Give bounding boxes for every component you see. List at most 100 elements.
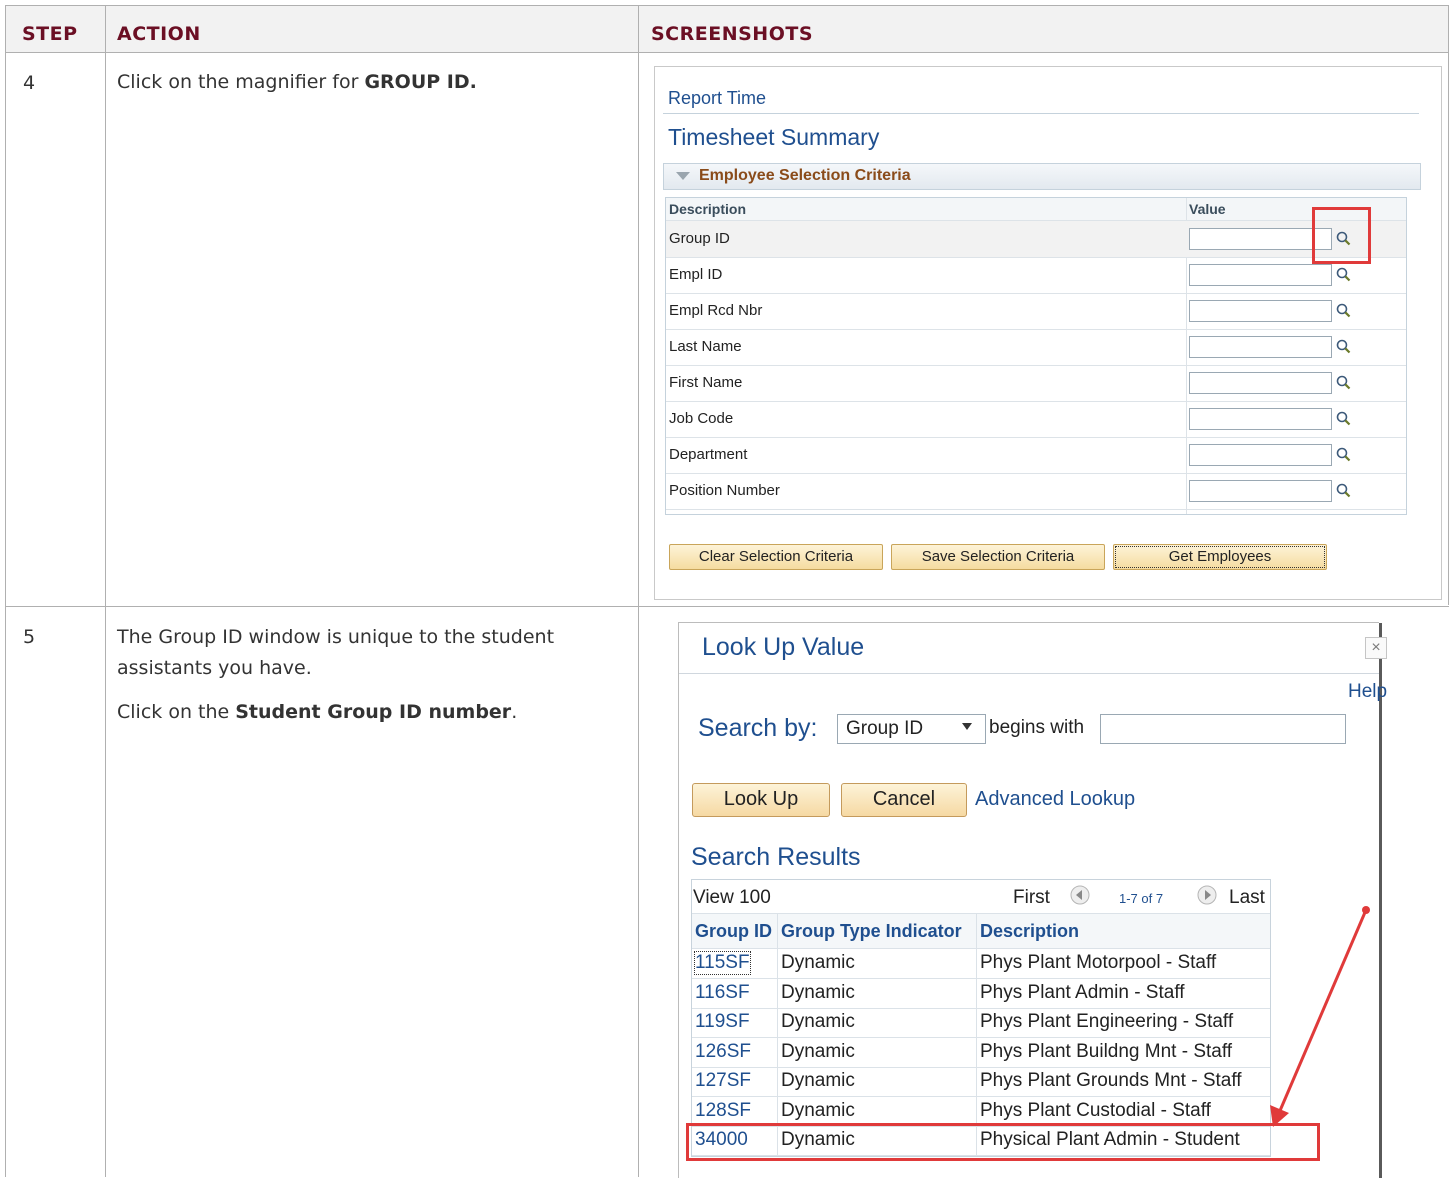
- result-row[interactable]: 116SF Dynamic Phys Plant Admin - Staff: [692, 979, 1270, 1009]
- result-description: Phys Plant Engineering - Staff: [980, 1011, 1234, 1032]
- dialog-title: Look Up Value: [702, 633, 865, 661]
- clear-selection-criteria-button[interactable]: Clear Selection Criteria: [669, 544, 883, 570]
- highlight-box: [1312, 207, 1371, 264]
- result-group-id-link[interactable]: 128SF: [695, 1100, 751, 1122]
- result-group-id-link[interactable]: 127SF: [695, 1070, 751, 1092]
- header-action: ACTION: [117, 23, 201, 45]
- table-col-divider-2: [638, 5, 639, 1177]
- results-nav-bar: View 100 First 1-7 of 7 Last: [692, 880, 1270, 914]
- criteria-label: Job Code: [669, 410, 734, 427]
- criteria-value-input[interactable]: [1189, 300, 1332, 322]
- col-description[interactable]: Description: [980, 921, 1079, 942]
- criteria-row: Job Code: [666, 401, 1406, 438]
- criteria-value-input[interactable]: [1189, 336, 1332, 358]
- result-description: Phys Plant Buildng Mnt - Staff: [980, 1040, 1233, 1062]
- results-title: Search Results: [691, 843, 861, 871]
- result-type: Dynamic: [781, 952, 855, 973]
- result-row[interactable]: 128SF Dynamic Phys Plant Custodial - Staff: [692, 1097, 1270, 1127]
- criteria-value-input[interactable]: [1189, 228, 1332, 250]
- search-field-select[interactable]: Group ID: [837, 714, 986, 744]
- lookup-magnifier-icon[interactable]: [1336, 483, 1351, 502]
- breadcrumb-divider: [663, 113, 1419, 114]
- result-description: Phys Plant Custodial - Staff: [980, 1099, 1211, 1121]
- operator-label: begins with: [989, 717, 1085, 738]
- result-row[interactable]: 115SF Dynamic Phys Plant Motorpool - Staff: [692, 949, 1270, 979]
- results-header-row: Group ID Group Type Indicator Descriptio…: [692, 914, 1270, 949]
- criteria-value-input[interactable]: [1189, 264, 1332, 286]
- step-action: The Group ID window is unique to the stu…: [117, 626, 555, 723]
- first-link[interactable]: First: [1013, 887, 1050, 909]
- window-edge: [1379, 623, 1382, 1178]
- criteria-value-input[interactable]: [1189, 408, 1332, 430]
- header-screenshots: SCREENSHOTS: [651, 23, 813, 45]
- lookup-magnifier-icon[interactable]: [1336, 303, 1351, 322]
- section-title: Employee Selection Criteria: [699, 167, 911, 184]
- screenshot-timesheet-summary: Report Time Timesheet Summary Employee S…: [654, 66, 1442, 600]
- results-grid: View 100 First 1-7 of 7 Last Group ID Gr…: [691, 879, 1271, 1157]
- search-by-label: Search by:: [698, 714, 818, 742]
- cancel-button[interactable]: Cancel: [841, 783, 967, 817]
- highlight-box: [686, 1123, 1320, 1161]
- criteria-value-input[interactable]: [1189, 372, 1332, 394]
- dialog-title-divider: [679, 673, 1379, 674]
- result-group-id-link[interactable]: 119SF: [695, 1011, 750, 1033]
- lookup-magnifier-icon[interactable]: [1336, 267, 1351, 286]
- section-header[interactable]: Employee Selection Criteria: [663, 163, 1421, 190]
- result-description: Phys Plant Motorpool - Staff: [980, 952, 1217, 973]
- col-group-id[interactable]: Group ID: [695, 921, 772, 942]
- criteria-row: Group ID: [666, 221, 1406, 258]
- lookup-magnifier-icon[interactable]: [1336, 375, 1351, 394]
- col-group-type[interactable]: Group Type Indicator: [781, 921, 962, 942]
- table-header: STEP ACTION SCREENSHOTS: [5, 5, 1449, 53]
- lookup-magnifier-icon[interactable]: [1336, 447, 1351, 466]
- criteria-row: Empl ID: [666, 257, 1406, 294]
- step-number: 5: [23, 626, 36, 648]
- step-action: Click on the magnifier for GROUP ID.: [117, 71, 477, 93]
- table-row-divider: [5, 606, 1449, 607]
- lookup-magnifier-icon[interactable]: [1336, 411, 1351, 430]
- criteria-label: Empl ID: [669, 266, 723, 283]
- criteria-row: Department: [666, 437, 1406, 474]
- col-description: Description: [669, 201, 747, 217]
- criteria-label: Last Name: [669, 338, 742, 355]
- next-arrow-icon[interactable]: [1197, 885, 1217, 905]
- result-description: Phys Plant Admin - Staff: [980, 981, 1185, 1003]
- result-row[interactable]: 127SF Dynamic Phys Plant Grounds Mnt - Sta…: [692, 1067, 1270, 1097]
- help-link[interactable]: Help: [1348, 681, 1387, 703]
- advanced-lookup-link[interactable]: Advanced Lookup: [975, 788, 1135, 811]
- criteria-value-input[interactable]: [1189, 480, 1332, 502]
- criteria-value-input[interactable]: [1189, 444, 1332, 466]
- table-col-divider-1: [105, 5, 106, 1177]
- breadcrumb-report-time[interactable]: Report Time: [668, 88, 766, 109]
- result-row[interactable]: 119SF Dynamic Phys Plant Engineering - Sta…: [692, 1008, 1270, 1038]
- result-type: Dynamic: [781, 1011, 855, 1032]
- previous-arrow-icon[interactable]: [1070, 885, 1090, 905]
- range-label: 1-7 of 7: [1119, 891, 1164, 906]
- result-group-id-link[interactable]: 126SF: [695, 1041, 751, 1063]
- result-group-id-link[interactable]: 115SF: [694, 951, 751, 975]
- criteria-label: Department: [669, 446, 748, 463]
- look-up-button[interactable]: Look Up: [692, 783, 830, 817]
- header-step: STEP: [22, 23, 78, 45]
- criteria-row: Last Name: [666, 329, 1406, 366]
- save-selection-criteria-button[interactable]: Save Selection Criteria: [891, 544, 1105, 570]
- get-employees-button[interactable]: Get Employees: [1113, 544, 1327, 570]
- collapse-triangle-icon: [676, 172, 690, 180]
- result-group-id-link[interactable]: 116SF: [695, 982, 750, 1004]
- annotation-arrow: [1270, 906, 1370, 1127]
- step-number: 4: [23, 72, 36, 94]
- result-type: Dynamic: [781, 1070, 855, 1091]
- criteria-grid: Description Value Group ID Empl ID Empl Rc…: [665, 197, 1407, 515]
- view-100-link[interactable]: View 100: [693, 887, 771, 909]
- criteria-label: Position Number: [669, 482, 780, 499]
- criteria-label: First Name: [669, 374, 743, 391]
- search-field-value: Group ID: [846, 718, 924, 739]
- criteria-grid-header: Description Value: [666, 198, 1406, 221]
- lookup-magnifier-icon[interactable]: [1336, 339, 1351, 358]
- criteria-row: Position Number: [666, 473, 1406, 510]
- table-border-right: [1448, 5, 1449, 605]
- result-row[interactable]: 126SF Dynamic Phys Plant Buildng Mnt - Sta…: [692, 1038, 1270, 1068]
- close-icon[interactable]: ×: [1365, 637, 1387, 659]
- search-value-input[interactable]: [1100, 714, 1346, 744]
- criteria-label: Group ID: [669, 230, 730, 247]
